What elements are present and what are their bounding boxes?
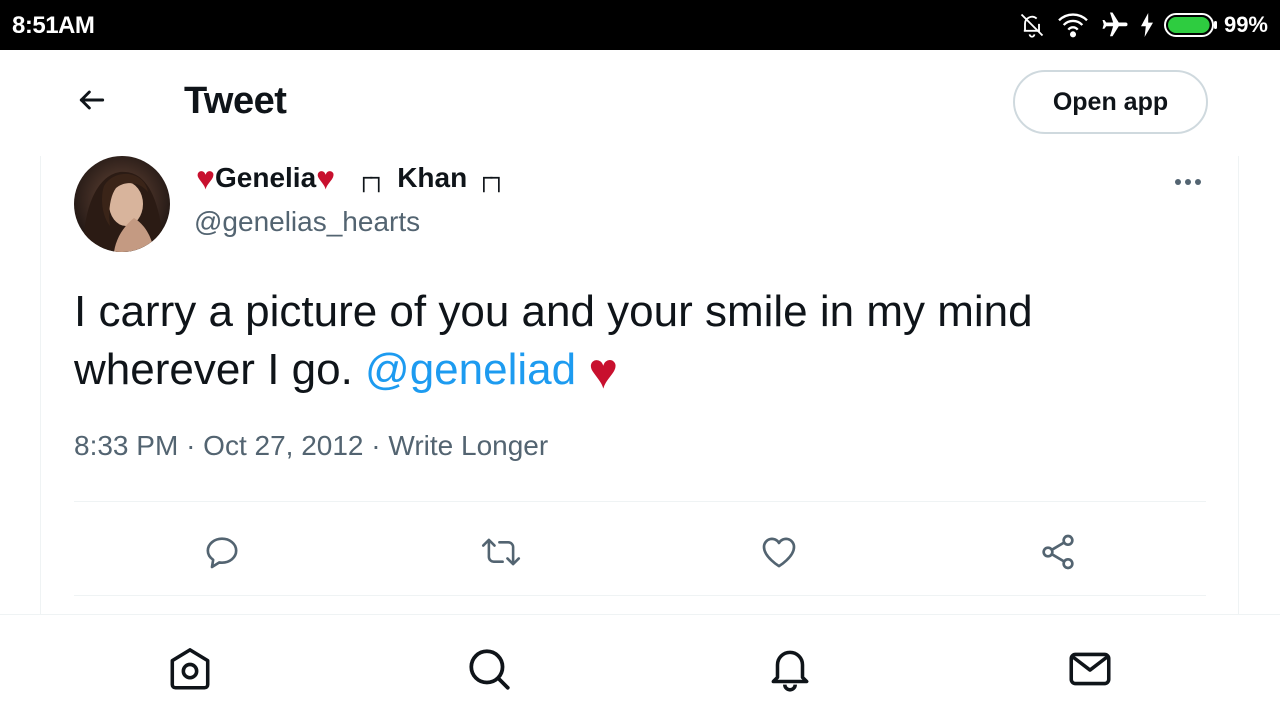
battery-icon xyxy=(1163,13,1217,37)
avatar-image xyxy=(74,156,170,252)
name-glyph-left: ┌┐ xyxy=(355,164,387,191)
airplane-icon xyxy=(1102,12,1128,37)
reply-button[interactable] xyxy=(198,528,246,576)
dot-icon xyxy=(1185,179,1191,185)
heart-emoji-icon: ♥ xyxy=(588,343,619,399)
notifications-icon xyxy=(771,650,809,692)
tab-notifications[interactable] xyxy=(764,643,816,695)
meta-separator: · xyxy=(186,430,196,461)
tweet-metadata: 8:33 PM · Oct 27, 2012 · Write Longer xyxy=(74,430,548,462)
tweet-date[interactable]: Oct 27, 2012 xyxy=(203,430,363,461)
divider xyxy=(74,501,1206,502)
name-glyph-right: ┌┐ xyxy=(475,164,507,191)
back-button[interactable] xyxy=(72,80,112,120)
reply-icon xyxy=(206,537,238,569)
display-name[interactable]: ♥ Genelia ♥ ┌┐ Khan ┌┐ xyxy=(196,160,507,196)
tab-home[interactable] xyxy=(164,643,216,695)
mention-link[interactable]: @geneliad xyxy=(365,345,576,394)
tweet-text: I carry a picture of you and your smile … xyxy=(74,283,1214,400)
retweet-icon xyxy=(481,538,521,566)
battery: 99% xyxy=(1163,12,1268,38)
header: Tweet Open app xyxy=(0,50,1280,154)
divider xyxy=(74,595,1206,596)
display-name-part2: Khan xyxy=(397,162,468,193)
dot-icon xyxy=(1195,179,1201,185)
user-handle[interactable]: @genelias_hearts xyxy=(194,206,420,238)
heart-emoji-icon: ♥ xyxy=(316,160,336,196)
tweet-time[interactable]: 8:33 PM xyxy=(74,430,178,461)
search-icon xyxy=(469,649,510,690)
tab-search[interactable] xyxy=(463,643,515,695)
like-icon xyxy=(762,537,796,568)
action-bar xyxy=(0,520,1280,580)
bottom-tab-bar xyxy=(0,614,1280,720)
arrow-left-icon xyxy=(79,90,105,110)
share-button[interactable] xyxy=(1034,528,1082,576)
wifi-icon xyxy=(1058,13,1088,38)
meta-separator: · xyxy=(371,430,381,461)
like-button[interactable] xyxy=(755,528,803,576)
display-name-part1: Genelia xyxy=(215,162,317,193)
heart-emoji-icon: ♥ xyxy=(196,160,215,196)
retweet-button[interactable] xyxy=(477,528,525,576)
tab-messages[interactable] xyxy=(1064,643,1116,695)
tweet-source[interactable]: Write Longer xyxy=(388,430,548,461)
avatar[interactable] xyxy=(74,156,170,252)
open-app-button[interactable]: Open app xyxy=(1013,70,1208,134)
more-options-button[interactable] xyxy=(1170,170,1206,194)
page-title: Tweet xyxy=(184,80,287,122)
status-time: 8:51AM xyxy=(12,12,95,39)
dot-icon xyxy=(1175,179,1181,185)
status-bar: 8:51AM 99% xyxy=(0,0,1280,50)
status-icons: 99% xyxy=(1018,9,1268,41)
messages-icon xyxy=(1069,652,1111,686)
share-icon xyxy=(1042,534,1074,570)
home-icon xyxy=(170,648,210,690)
bell-muted-icon xyxy=(1020,13,1044,38)
charging-bolt-icon xyxy=(1140,13,1153,37)
battery-percent: 99% xyxy=(1223,12,1268,37)
